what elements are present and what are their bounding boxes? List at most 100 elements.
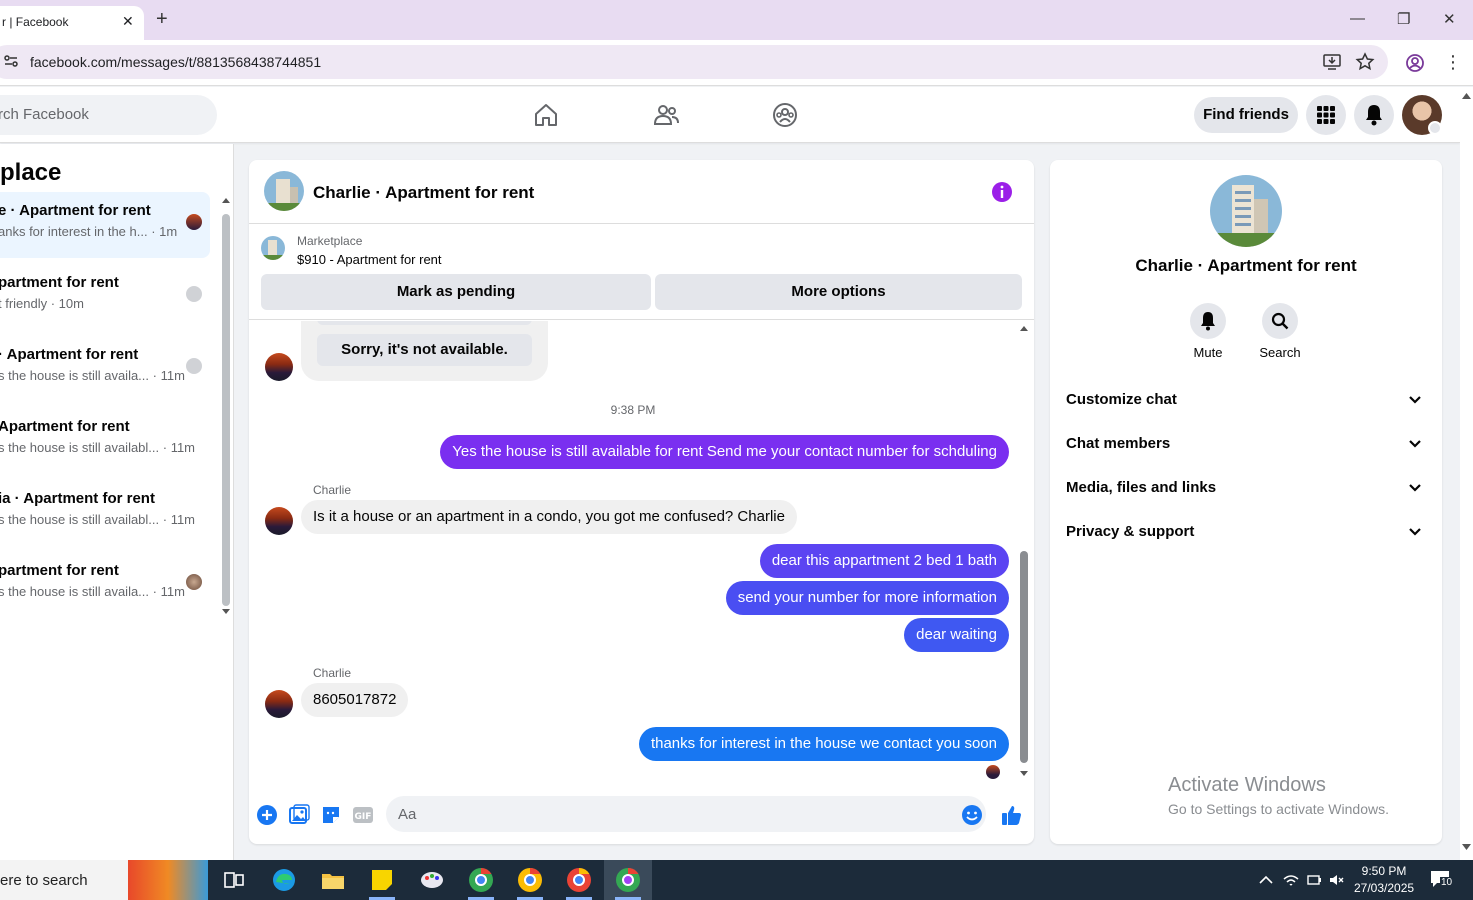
new-tab-icon[interactable]: +: [156, 9, 168, 29]
media-files-links-row[interactable]: Media, files and links: [1066, 468, 1426, 508]
file-explorer-icon[interactable]: [319, 866, 347, 894]
chevron-down-icon: [1409, 528, 1421, 536]
chat-info-panel: Charlie · Apartment for rent Mute Search…: [1050, 160, 1442, 844]
listing-price[interactable]: $910 - Apartment for rent: [297, 252, 442, 267]
thumbs-up-icon[interactable]: [1001, 804, 1023, 826]
emoji-icon[interactable]: [961, 804, 983, 826]
facebook-header: rch Facebook Find friends: [0, 87, 1460, 143]
notifications-button[interactable]: [1354, 95, 1394, 135]
chat-item[interactable]: ia · Apartment for rent s the house is s…: [0, 480, 210, 546]
notification-center-button[interactable]: 10: [1430, 870, 1458, 892]
chat-avatar: [186, 214, 202, 230]
marketplace-listing-bar: Marketplace $910 - Apartment for rent Ma…: [249, 224, 1034, 320]
minimize-icon[interactable]: —: [1350, 10, 1365, 27]
task-view-icon[interactable]: [220, 866, 248, 894]
network-icon[interactable]: [1282, 871, 1300, 889]
info-icon[interactable]: [991, 181, 1013, 203]
grid-menu-icon: [1317, 106, 1335, 124]
seen-indicator-avatar: [986, 765, 1000, 779]
bookmark-star-icon[interactable]: [1355, 52, 1375, 72]
mark-as-pending-button[interactable]: Mark as pending: [261, 274, 651, 310]
outgoing-message[interactable]: send your number for more information: [725, 581, 1009, 615]
sender-avatar[interactable]: [265, 690, 293, 718]
taskbar-search[interactable]: ere to search: [0, 860, 128, 900]
close-tab-icon[interactable]: ✕: [122, 13, 134, 30]
groups-icon[interactable]: [771, 101, 799, 129]
paint-icon[interactable]: [418, 866, 446, 894]
profile-icon[interactable]: [1405, 53, 1425, 73]
conversation-header: Charlie · Apartment for rent: [249, 160, 1034, 224]
gif-icon[interactable]: GIF: [352, 804, 374, 826]
sender-avatar[interactable]: [265, 353, 293, 381]
find-friends-button[interactable]: Find friends: [1194, 97, 1298, 133]
home-icon[interactable]: [532, 101, 560, 129]
listing-thumbnail[interactable]: [261, 236, 285, 260]
page-scrollbar[interactable]: [1460, 87, 1473, 860]
chat-name: e · Apartment for rent: [0, 202, 151, 219]
search-placeholder: rch Facebook: [0, 106, 89, 123]
chevron-down-icon: [1409, 484, 1421, 492]
search-highlight-banner[interactable]: [128, 860, 208, 900]
browser-menu-icon[interactable]: ⋮: [1444, 52, 1464, 72]
battery-icon[interactable]: [1305, 871, 1323, 889]
chat-item[interactable]: · Apartment for rent s the house is stil…: [0, 336, 210, 402]
site-settings-icon[interactable]: [4, 54, 18, 68]
quick-reply-card: Sorry, it's not available.: [301, 321, 548, 381]
attach-photo-icon[interactable]: [288, 804, 310, 826]
more-options-button[interactable]: More options: [655, 274, 1022, 310]
outgoing-message[interactable]: dear this appartment 2 bed 1 bath: [759, 544, 1009, 578]
menu-button[interactable]: [1306, 95, 1346, 135]
install-app-icon[interactable]: [1322, 52, 1342, 72]
chevron-up-icon[interactable]: [1257, 871, 1275, 889]
restore-icon[interactable]: ❐: [1397, 10, 1410, 28]
friends-icon[interactable]: [652, 101, 680, 129]
edge-icon[interactable]: [270, 866, 298, 894]
privacy-support-row[interactable]: Privacy & support: [1066, 512, 1426, 552]
outgoing-message[interactable]: thanks for interest in the house we cont…: [638, 727, 1009, 761]
bell-icon: [1366, 105, 1382, 126]
info-avatar[interactable]: [1210, 175, 1282, 247]
sender-name: Charlie: [313, 666, 352, 680]
building-thumbnail-icon: [261, 236, 285, 260]
chat-name: partment for rent: [0, 274, 119, 291]
chrome-profile-icon[interactable]: [565, 866, 593, 894]
browser-tab[interactable]: r | Facebook ✕: [0, 6, 144, 40]
chat-members-row[interactable]: Chat members: [1066, 424, 1426, 464]
message-input[interactable]: [386, 796, 986, 832]
chat-item[interactable]: partment for rent s the house is still a…: [0, 552, 210, 618]
chrome-icon[interactable]: [467, 866, 495, 894]
bell-icon: [1201, 312, 1215, 331]
mute-action[interactable]: Mute: [1178, 303, 1238, 360]
chrome-profile-icon[interactable]: [614, 866, 642, 894]
chrome-profile-icon[interactable]: [516, 866, 544, 894]
sticker-icon[interactable]: [320, 804, 342, 826]
url-box[interactable]: facebook.com/messages/t/8813568438744851: [0, 45, 1388, 79]
chat-avatar: [186, 574, 202, 590]
chat-item[interactable]: Apartment for rent s the house is still …: [0, 408, 210, 474]
row-label: Chat members: [1066, 435, 1171, 452]
sender-avatar[interactable]: [265, 507, 293, 535]
customize-chat-row[interactable]: Customize chat: [1066, 380, 1426, 420]
taskbar-clock[interactable]: 9:50 PM 27/03/2025: [1354, 863, 1414, 897]
facebook-search[interactable]: rch Facebook: [0, 95, 217, 135]
account-chevron-icon[interactable]: [1428, 121, 1442, 135]
search-action[interactable]: Search: [1250, 303, 1310, 360]
more-actions-plus-icon[interactable]: [256, 804, 278, 826]
chat-item[interactable]: partment for rent t friendly · 10m: [0, 264, 210, 330]
default-avatar-icon: [186, 286, 202, 302]
chat-item[interactable]: e · Apartment for rent anks for interest…: [0, 192, 210, 258]
outgoing-message[interactable]: Yes the house is still available for ren…: [440, 435, 1009, 469]
volume-muted-icon[interactable]: [1328, 871, 1346, 889]
chat-snippet: s the house is still availa... · 11m: [0, 584, 185, 599]
incoming-message[interactable]: 8605017872: [301, 683, 409, 717]
url-text[interactable]: facebook.com/messages/t/8813568438744851: [30, 54, 321, 70]
sticky-notes-icon[interactable]: [368, 866, 396, 894]
incoming-message[interactable]: Is it a house or an apartment in a condo…: [301, 500, 797, 534]
conversation-avatar[interactable]: [264, 171, 304, 211]
sidebar-scrollbar[interactable]: [221, 196, 231, 616]
message-scrollbar[interactable]: [1019, 321, 1029, 779]
close-window-icon[interactable]: ✕: [1443, 10, 1456, 28]
outgoing-message[interactable]: dear waiting: [904, 618, 1009, 652]
message-timestamp: 9:38 PM: [610, 403, 656, 417]
conversation-title[interactable]: Charlie · Apartment for rent: [313, 183, 534, 203]
